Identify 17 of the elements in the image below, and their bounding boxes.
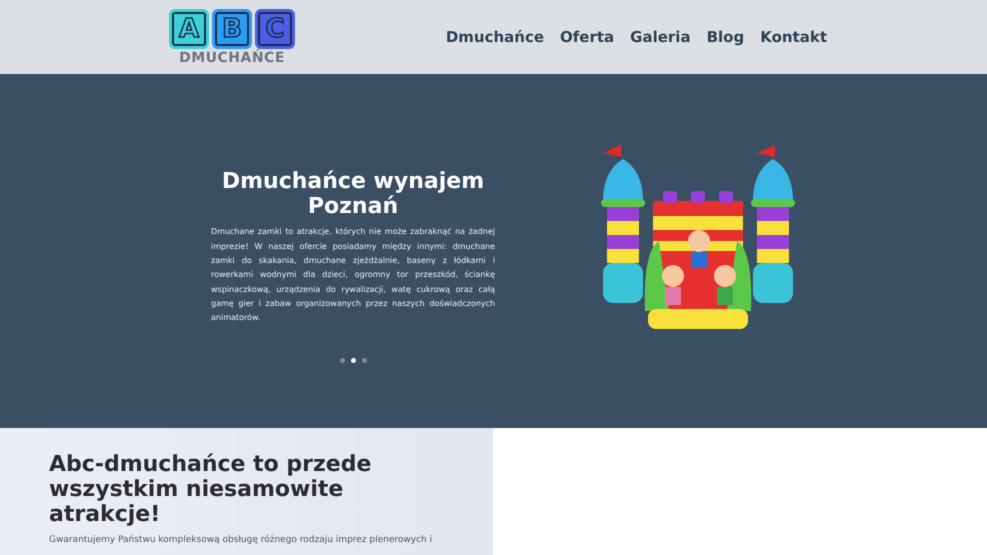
nav-link[interactable]: Blog bbox=[706, 28, 744, 46]
logo[interactable]: A B C DMUCHAŃCE bbox=[164, 8, 300, 66]
logo-wordmark: DMUCHAŃCE bbox=[179, 50, 285, 66]
slider-dot[interactable] bbox=[340, 358, 344, 363]
nav-link[interactable]: Galeria bbox=[630, 28, 691, 46]
logo-letter-block: C bbox=[255, 8, 295, 48]
nav-link[interactable]: Oferta bbox=[560, 28, 614, 46]
logo-letter-block: B bbox=[212, 8, 252, 48]
hero-text: Dmuchane zamki to atrakcje, których nie może zabraknąć na żadnej imprezie! W naszej ofercie posiadamy między innymi: dmuchane zamki do skakania, dmuchane zjeżdżalnie, baseny z łódkami i rowerkami wodnymi dla dzieci, ogromny tor przeszkód, ściankę wspinaczkową, urządzenia do rywalizacji, watę cukrową oraz całą gamę gier i zabaw organizowanych przez naszych doświadczonych animatorów. bbox=[211, 226, 495, 324]
slider-dot[interactable] bbox=[350, 358, 356, 363]
slider-dot[interactable] bbox=[362, 358, 366, 363]
hero-title: Dmuchańce wynajem Poznań bbox=[220, 169, 486, 220]
nav-link[interactable]: Kontakt bbox=[760, 28, 827, 46]
logo-letter-block: A bbox=[169, 8, 209, 48]
section-text: Gwarantujemy Państwu kompleksową obsługę różnego rodzaju imprez plenerowych i bbox=[49, 535, 434, 545]
section-heading: Abc-dmuchańce to przede wszystkim niesamowite atrakcje! bbox=[49, 452, 372, 527]
nav-link[interactable]: Dmuchańce bbox=[446, 28, 544, 46]
